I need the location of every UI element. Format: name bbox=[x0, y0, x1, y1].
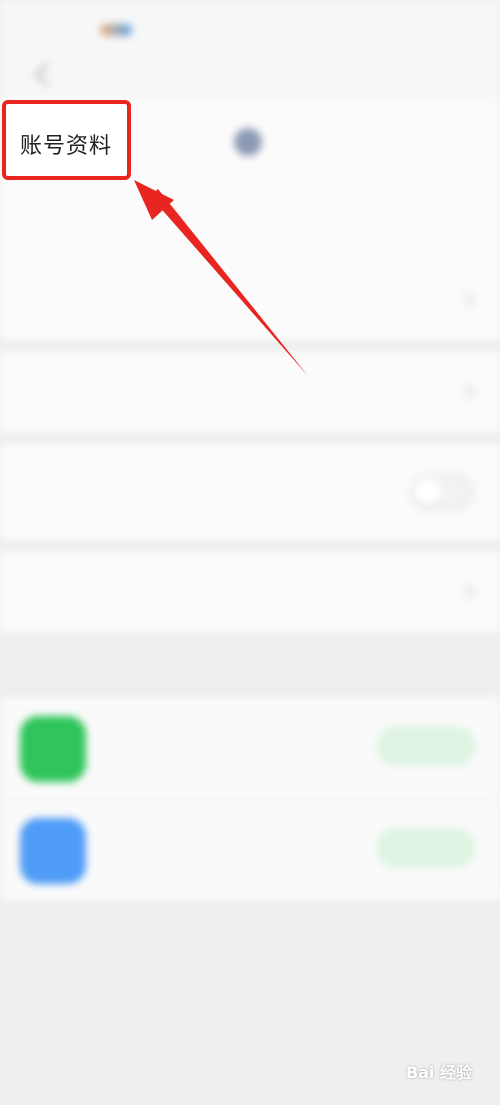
watermark-logo: Bai 经验 bbox=[405, 1063, 472, 1082]
pointer-arrow-icon bbox=[134, 180, 308, 376]
phone-screen: 账号资料 Bai 经验 bbox=[0, 0, 500, 1105]
